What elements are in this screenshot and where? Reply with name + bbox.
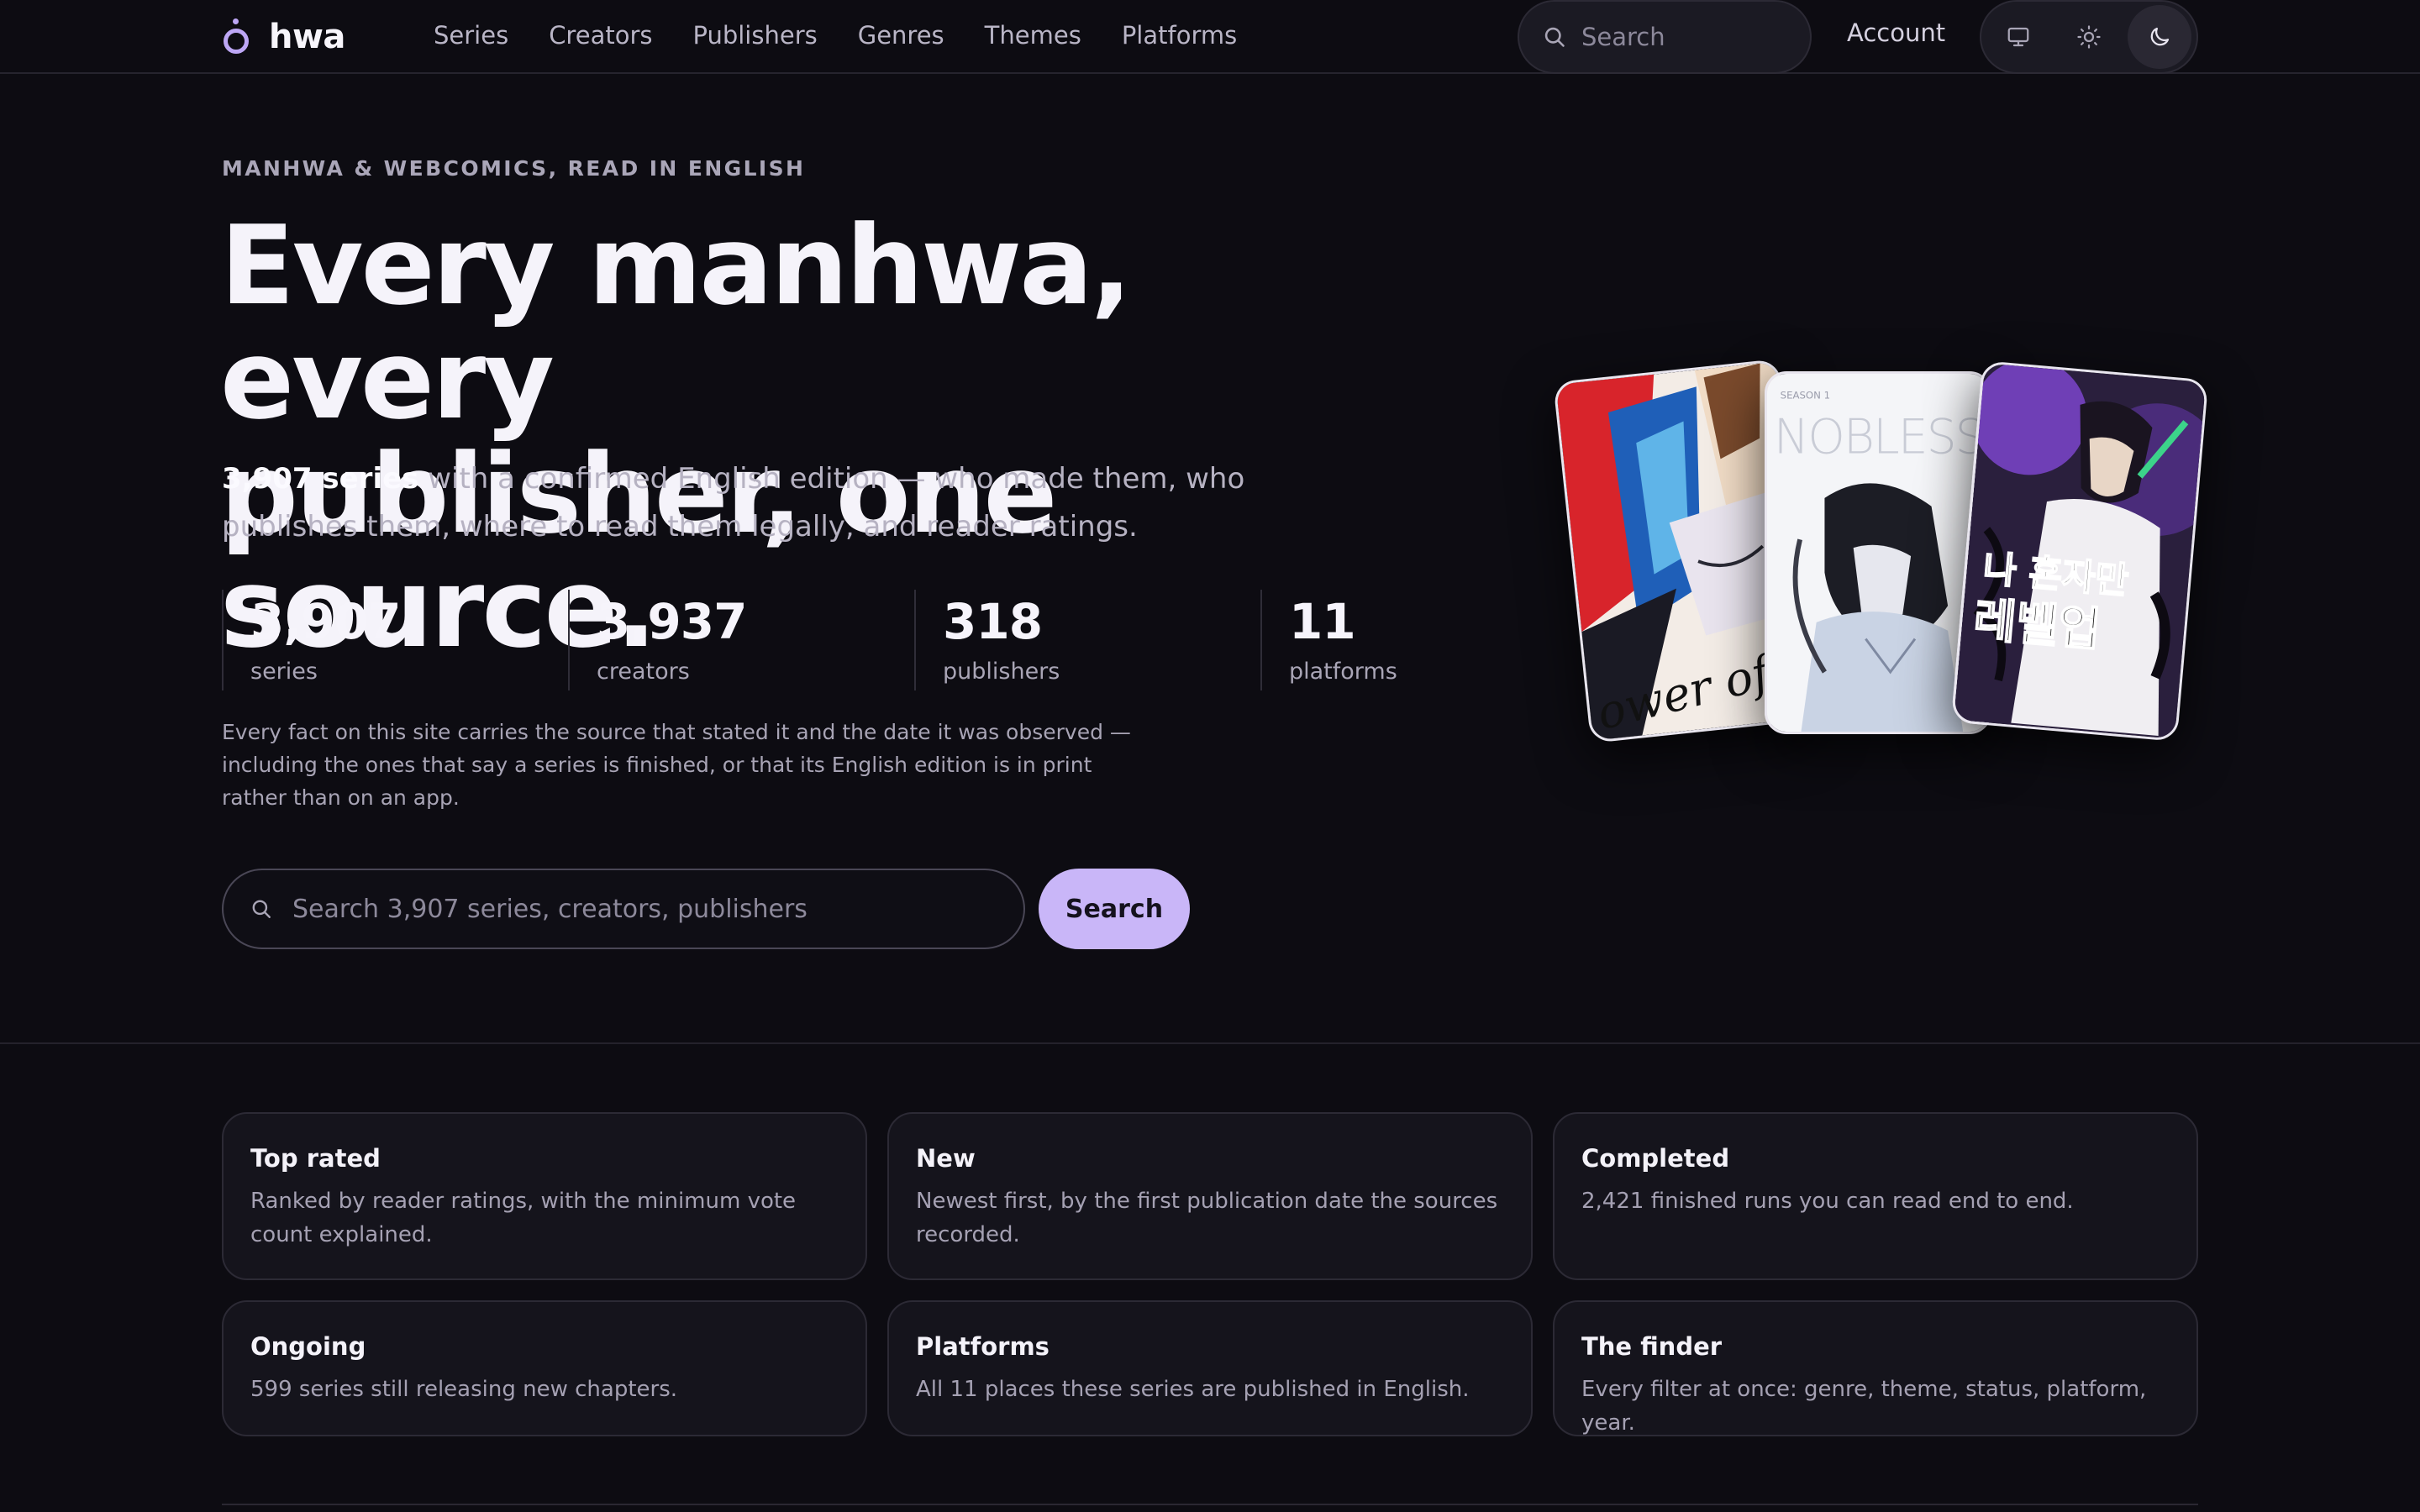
theme-dark-button[interactable]: [2128, 5, 2191, 69]
footer-rule: [222, 1504, 2198, 1505]
card-the-finder[interactable]: The finder Every filter at once: genre, …: [1553, 1300, 2198, 1436]
stat-series: 3,907 series: [222, 590, 401, 690]
hero-lede: 3,907 series with a confirmed English ed…: [222, 455, 1331, 551]
stat-label: creators: [597, 659, 690, 685]
nav-search-placeholder: Search: [1581, 23, 1665, 51]
card-description: Newest first, by the first publication d…: [916, 1189, 1498, 1247]
hero-eyebrow: MANHWA & WEBCOMICS, READ IN ENGLISH: [222, 156, 806, 181]
card-completed[interactable]: Completed 2,421 finished runs you can re…: [1553, 1112, 2198, 1280]
brand-mark-icon: [222, 17, 250, 57]
nav-search-input[interactable]: Search: [1518, 0, 1812, 74]
stat-platforms: 11 platforms: [1260, 590, 1397, 690]
cover-title: NOBLESSE: [1774, 409, 1989, 465]
nav-link-genres[interactable]: Genres: [858, 21, 944, 50]
stat-value: 318: [943, 593, 1043, 650]
search-icon: [1544, 27, 1565, 47]
card-top-rated[interactable]: Top rated Ranked by reader ratings, with…: [222, 1112, 867, 1280]
top-nav: hwa Series Creators Publishers Genres Th…: [0, 0, 2420, 74]
section-divider: [0, 1042, 2420, 1044]
moon-icon: [2150, 27, 2170, 46]
card-ongoing[interactable]: Ongoing 599 series still releasing new c…: [222, 1300, 867, 1436]
nav-link-platforms[interactable]: Platforms: [1122, 21, 1237, 50]
monitor-icon: [2007, 27, 2029, 47]
card-description: Every filter at once: genre, theme, stat…: [1581, 1377, 2147, 1436]
cover-solo-leveling[interactable]: 나 혼자만 레벨업: [1950, 360, 2209, 742]
card-title: The finder: [1581, 1332, 1723, 1361]
stat-value: 3,907: [250, 593, 401, 650]
cover-tag: SEASON 1: [1781, 390, 1830, 402]
headline-line-1: Every manhwa, every: [220, 202, 1132, 444]
theme-light-button[interactable]: [2057, 5, 2121, 69]
card-platforms[interactable]: Platforms All 11 places these series are…: [887, 1300, 1533, 1436]
theme-system-button[interactable]: [1986, 5, 2050, 69]
card-title: Platforms: [916, 1332, 1050, 1361]
hero-search-button[interactable]: Search: [1039, 869, 1190, 949]
card-description: Ranked by reader ratings, with the minim…: [250, 1189, 797, 1247]
account-link[interactable]: Account: [1847, 18, 1945, 47]
brand-logo[interactable]: hwa: [222, 15, 345, 59]
primary-nav: Series Creators Publishers Genres Themes…: [434, 18, 1277, 52]
card-title: Completed: [1581, 1144, 1730, 1173]
theme-switcher: [1980, 0, 2198, 74]
card-description: All 11 places these series are published…: [916, 1377, 1470, 1402]
featured-covers: ower of SEASON 1 NOBLESSE 나 혼자만 레벨업: [1546, 353, 2218, 756]
nav-link-publishers[interactable]: Publishers: [692, 21, 817, 50]
nav-link-themes[interactable]: Themes: [985, 21, 1081, 50]
card-title: Ongoing: [250, 1332, 366, 1361]
cover-title-bottom: 레벨업: [1971, 592, 2102, 657]
brand-name: hwa: [269, 18, 345, 56]
stat-publishers: 318 publishers: [914, 590, 1060, 690]
lede-series-count: 3,907 series: [222, 462, 419, 496]
card-title: Top rated: [250, 1144, 381, 1173]
stat-value: 3,937: [597, 593, 747, 650]
sourcing-note: Every fact on this site carries the sour…: [222, 720, 1131, 810]
search-icon: [252, 900, 271, 918]
card-description: 2,421 finished runs you can read end to …: [1581, 1189, 2074, 1214]
stat-creators: 3,937 creators: [568, 590, 747, 690]
stats-row: 3,907 series 3,937 creators 318 publishe…: [222, 590, 1607, 690]
card-new[interactable]: New Newest first, by the first publicati…: [887, 1112, 1533, 1280]
stat-label: series: [250, 659, 318, 685]
stat-label: platforms: [1289, 659, 1397, 685]
hero-search-input[interactable]: Search 3,907 series, creators, publisher…: [222, 869, 1025, 949]
hero-search-placeholder: Search 3,907 series, creators, publisher…: [292, 894, 808, 924]
card-description: 599 series still releasing new chapters.: [250, 1377, 678, 1402]
stat-label: publishers: [943, 659, 1060, 685]
nav-link-creators[interactable]: Creators: [549, 21, 652, 50]
nav-link-series[interactable]: Series: [434, 21, 508, 50]
stat-value: 11: [1289, 593, 1356, 650]
card-title: New: [916, 1144, 976, 1173]
sun-icon: [2077, 25, 2101, 49]
